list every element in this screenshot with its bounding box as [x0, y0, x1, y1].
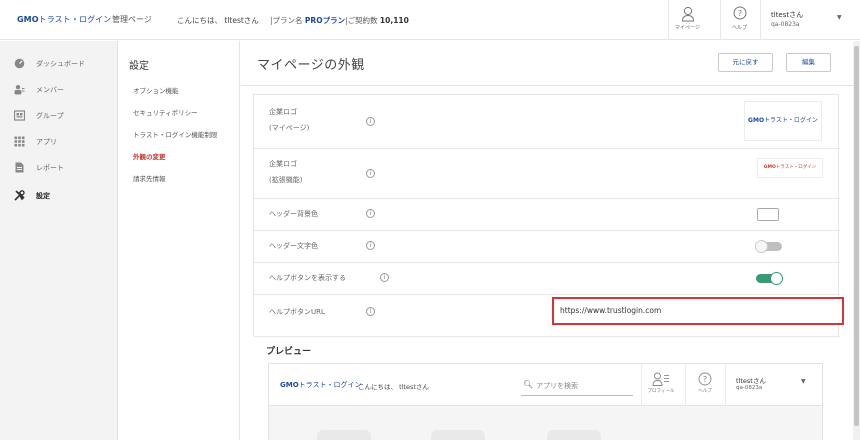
preview-greeting: こんにちは、 tltestさん [358, 383, 429, 391]
reset-button[interactable]: 元に戻す [718, 53, 773, 72]
info-icon[interactable]: i [366, 169, 375, 178]
svg-text:?: ? [737, 9, 741, 18]
subnav-item-appearance[interactable]: 外観の変更 [133, 151, 166, 161]
dashboard-icon [14, 58, 25, 69]
preview-app-tile [431, 430, 485, 440]
app-header: GMOトラスト・ログイン 管理ページ こんにちは、 tltestさん |プラン名… [0, 0, 860, 40]
sidebar-item-dashboard[interactable]: ダッシュボード [0, 52, 118, 76]
main-content: マイページの外観 元に戻す 編集 企業ロゴ (マイページ) i GMOトラスト・… [241, 41, 853, 440]
subnav-item-feature-limits[interactable]: トラスト・ログイン機能制限 [133, 129, 217, 139]
info-icon[interactable]: i [380, 273, 389, 282]
chevron-down-icon: ▼ [837, 14, 842, 21]
company-logo-extension: GMOトラスト・ログイン [757, 158, 823, 178]
user-id: qa-0823a [771, 21, 800, 28]
admin-page-label: 管理ページ [112, 15, 152, 24]
subnav-item-options[interactable]: オプション機能 [133, 85, 179, 95]
subnav-item-billing[interactable]: 請求先情報 [133, 173, 166, 183]
company-logo-mypage: GMOトラスト・ログイン [744, 101, 822, 141]
sidebar: ダッシュボード メンバー グループ アプリ レポート 設定 [0, 41, 118, 440]
setting-row-help-url: ヘルプボタンURL i https://www.trustlogin.com [254, 295, 844, 337]
sidebar-item-apps[interactable]: アプリ [0, 130, 118, 154]
help-url-field[interactable]: https://www.trustlogin.com [552, 297, 844, 325]
profile-icon [652, 372, 669, 386]
setting-row-show-help-button: ヘルプボタンを表示する i [254, 263, 840, 295]
edit-button[interactable]: 編集 [786, 53, 831, 72]
preview-user-menu[interactable]: tltestさん qa-0823a ▼ [725, 364, 822, 406]
preview-app-tile [547, 430, 601, 440]
members-icon [14, 85, 25, 95]
subnav-title: 設定 [129, 61, 149, 72]
chevron-down-icon: ▼ [801, 378, 806, 385]
preview-app-tile [317, 430, 371, 440]
preview-help-button[interactable]: ? ヘルプ [685, 364, 724, 406]
user-name: tltestさん [771, 11, 804, 19]
sidebar-item-report[interactable]: レポート [0, 156, 118, 180]
preview-search-input[interactable]: 🔍︎ アプリを検索 [521, 376, 633, 396]
subnav-item-security-policy[interactable]: セキュリティポリシー [133, 107, 198, 117]
svg-text:?: ? [703, 375, 707, 384]
help-icon: ? [698, 372, 712, 386]
page-title: マイページの外観 [257, 58, 365, 73]
preview-area: GMOトラスト・ログイン こんにちは、 tltestさん 🔍︎ アプリを検索 プ… [268, 363, 823, 440]
setting-row-header-bg-color: ヘッダー背景色 i [254, 199, 840, 231]
help-label: ヘルプ [731, 25, 747, 31]
sidebar-item-settings[interactable]: 設定 [0, 184, 118, 208]
mypage-label: マイページ [675, 25, 700, 31]
plan-name: PROプラン [304, 16, 346, 25]
divider [241, 85, 853, 86]
help-icon: ? [733, 6, 746, 20]
setting-row-logo-mypage: 企業ロゴ (マイページ) i GMOトラスト・ログイン [254, 95, 840, 149]
group-icon [14, 110, 25, 121]
help-button[interactable]: ? ヘルプ [720, 0, 758, 40]
plan-info: |プラン名 PROプラン [270, 16, 346, 25]
appearance-settings-panel: 企業ロゴ (マイページ) i GMOトラスト・ログイン 企業ロゴ (拡張機能) … [253, 94, 844, 337]
greeting-text: こんにちは、 tltestさん [177, 16, 259, 25]
show-help-button-toggle[interactable] [756, 272, 783, 285]
preview-brand-logo: GMOトラスト・ログイン [280, 381, 362, 389]
user-menu[interactable]: tltestさん qa-0823a ▼ [760, 0, 860, 40]
report-icon [15, 162, 24, 173]
header-text-color-toggle[interactable] [755, 240, 782, 253]
preview-profile-button[interactable]: プロフィール [641, 364, 680, 406]
apps-icon [14, 136, 25, 147]
info-icon[interactable]: i [366, 241, 375, 250]
header-bg-color-swatch[interactable] [757, 208, 779, 221]
sidebar-item-group[interactable]: グループ [0, 104, 118, 128]
page-scrollbar[interactable] [853, 41, 860, 440]
preview-header: GMOトラスト・ログイン こんにちは、 tltestさん 🔍︎ アプリを検索 プ… [269, 364, 822, 406]
sidebar-item-members[interactable]: メンバー [0, 78, 118, 102]
settings-subnav: 設定 オプション機能 セキュリティポリシー トラスト・ログイン機能制限 外観の変… [118, 41, 240, 440]
info-icon[interactable]: i [366, 307, 375, 316]
contract-info: |ご契約数 10,110 [345, 16, 409, 25]
search-icon: 🔍︎ [523, 380, 534, 389]
person-icon [681, 6, 694, 22]
contract-count: 10,110 [379, 16, 409, 25]
info-icon[interactable]: i [366, 117, 375, 126]
info-icon[interactable]: i [366, 209, 375, 218]
setting-row-logo-extension: 企業ロゴ (拡張機能) i GMOトラスト・ログイン [254, 149, 840, 199]
mypage-button[interactable]: マイページ [668, 0, 706, 40]
preview-title: プレビュー [266, 347, 312, 357]
setting-row-header-text-color: ヘッダー文字色 i [254, 231, 840, 263]
settings-icon [14, 190, 25, 201]
brand-logo[interactable]: GMOトラスト・ログイン [17, 14, 111, 25]
